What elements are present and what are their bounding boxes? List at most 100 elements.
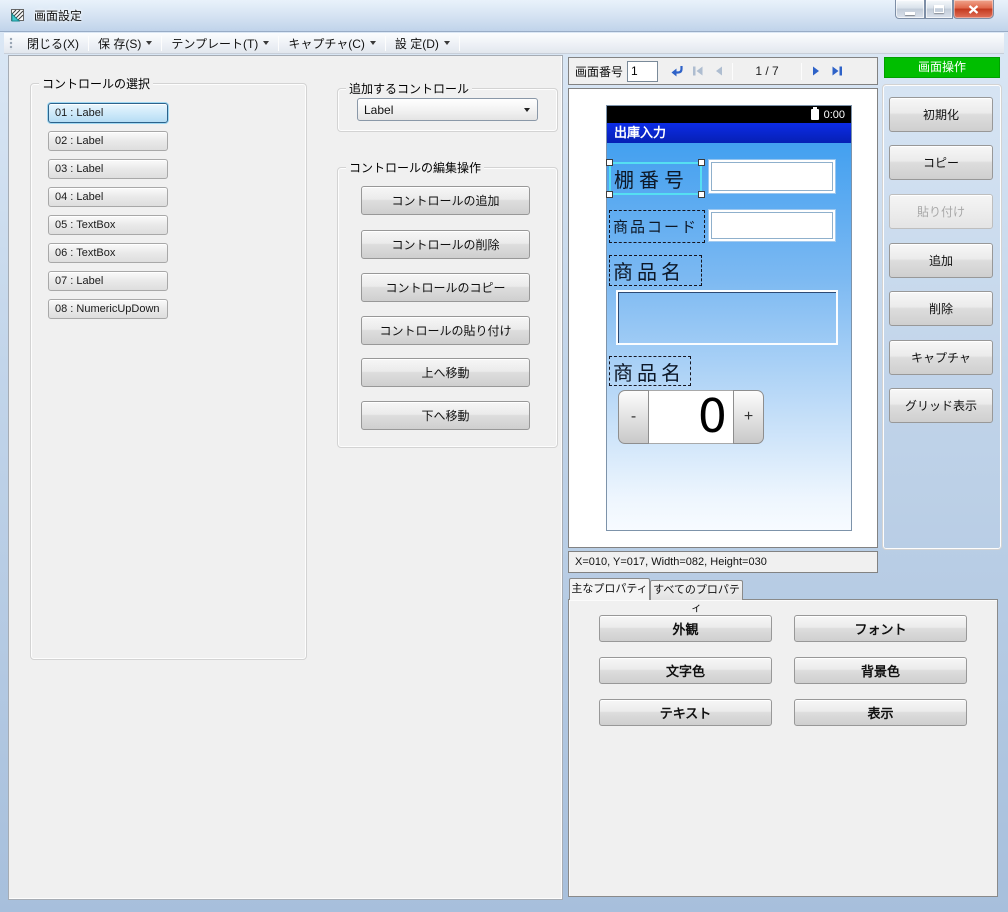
menu-item-save[interactable]: 保 存(S): [90, 34, 160, 53]
close-button[interactable]: [953, 0, 994, 19]
stepper-plus-button[interactable]: +: [733, 390, 764, 444]
move-down-button[interactable]: 下へ移動: [361, 401, 530, 430]
screen-ops-header: 画面操作: [884, 57, 1000, 78]
titlebar: 画面設定: [0, 0, 1008, 32]
chevron-down-icon: [369, 41, 376, 45]
chevron-down-icon: [443, 41, 450, 45]
item-name-textarea-control[interactable]: [616, 290, 838, 345]
battery-icon: [810, 107, 819, 120]
menu-item-close[interactable]: 閉じる(X): [19, 34, 87, 53]
initialize-button[interactable]: 初期化: [889, 97, 993, 132]
tab-all-properties[interactable]: すべてのプロパティ: [650, 580, 743, 614]
add-control-button[interactable]: コントロールの追加: [361, 186, 530, 215]
combobox-value: Label: [364, 102, 394, 117]
move-up-button[interactable]: 上へ移動: [361, 358, 530, 387]
device-clock: 0:00: [823, 108, 845, 121]
menu-separator: [161, 35, 163, 51]
close-icon: [968, 4, 979, 14]
resize-handle[interactable]: [698, 191, 705, 198]
groupbox-title: コントロールの編集操作: [346, 159, 485, 176]
background-color-button[interactable]: 背景色: [794, 657, 967, 684]
paste-control-button[interactable]: コントロールの貼り付け: [361, 316, 530, 345]
control-list-item-01[interactable]: 01 : Label: [48, 103, 168, 123]
tab-main-properties[interactable]: 主なプロパティ: [569, 578, 650, 600]
copy-screen-button[interactable]: コピー: [889, 145, 993, 180]
first-page-icon: [692, 66, 703, 76]
minimize-button[interactable]: [895, 0, 925, 19]
app-window: 画面設定 閉じる(X) 保 存(S) テンプレート(T) キャプチャ(C) 設: [0, 0, 1008, 912]
window-title: 画面設定: [34, 9, 83, 23]
maximize-icon: [934, 5, 944, 13]
app-icon: [10, 8, 28, 23]
device-screen-preview: 0:00 出庫入力 棚番号 商品コード 商品名 商品名 - 0 +: [606, 105, 852, 531]
resize-handle[interactable]: [606, 159, 613, 166]
toolbar-separator: [732, 62, 734, 80]
menu-separator: [384, 35, 386, 51]
groupbox-title: 追加するコントロール: [346, 80, 473, 97]
minimize-icon: [905, 11, 915, 15]
next-screen-button[interactable]: [805, 60, 826, 82]
add-screen-button[interactable]: 追加: [889, 243, 993, 278]
control-list-item-06[interactable]: 06 : TextBox: [48, 243, 168, 263]
last-page-icon: [832, 66, 842, 76]
selection-coordinates-status: X=010, Y=017, Width=082, Height=030: [568, 551, 878, 573]
toolbar-grip-icon: [9, 36, 13, 50]
device-body: 棚番号 商品コード 商品名 商品名 - 0 +: [606, 143, 851, 530]
screen-nav-toolbar: 画面番号 1 / 7: [568, 57, 878, 85]
text-color-button[interactable]: 文字色: [599, 657, 772, 684]
display-button[interactable]: 表示: [794, 699, 967, 726]
grid-toggle-button[interactable]: グリッド表示: [889, 388, 993, 423]
go-to-screen-button[interactable]: [666, 60, 687, 82]
combobox-dropdown-icon: [517, 107, 537, 112]
appearance-button[interactable]: 外観: [599, 615, 772, 642]
screen-number-input[interactable]: [627, 60, 659, 82]
item-code-label-control[interactable]: 商品コード: [609, 210, 705, 243]
device-title-bar: 出庫入力: [607, 123, 851, 143]
menu-item-capture[interactable]: キャプチャ(C): [280, 34, 384, 53]
properties-panel: [568, 599, 998, 897]
stepper-minus-button[interactable]: -: [618, 390, 649, 444]
next-page-icon: [812, 66, 819, 76]
previous-screen-button[interactable]: [708, 60, 729, 82]
shelf-number-label-control[interactable]: 棚番号: [606, 159, 705, 198]
groupbox-title: コントロールの選択: [39, 75, 154, 92]
add-control-combobox[interactable]: Label: [357, 98, 538, 121]
control-list-item-02[interactable]: 02 : Label: [48, 131, 168, 151]
screen-number-label: 画面番号: [575, 64, 624, 79]
delete-control-button[interactable]: コントロールの削除: [361, 230, 530, 259]
chevron-down-icon: [263, 41, 270, 45]
control-list-item-04[interactable]: 04 : Label: [48, 187, 168, 207]
font-button[interactable]: フォント: [794, 615, 967, 642]
stepper-value: 0: [649, 390, 733, 444]
menu-item-settings[interactable]: 設 定(D): [387, 34, 458, 53]
menu-separator: [88, 35, 89, 51]
item-name2-label-control[interactable]: 商品名: [609, 356, 691, 386]
resize-handle[interactable]: [698, 159, 705, 166]
menu-item-template[interactable]: テンプレート(T): [163, 34, 277, 53]
last-screen-button[interactable]: [826, 60, 847, 82]
first-screen-button[interactable]: [687, 60, 708, 82]
chevron-down-icon: [146, 41, 153, 45]
control-list-item-03[interactable]: 03 : Label: [48, 159, 168, 179]
delete-screen-button[interactable]: 削除: [889, 291, 993, 326]
menubar: 閉じる(X) 保 存(S) テンプレート(T) キャプチャ(C) 設 定(D): [4, 33, 1004, 54]
resize-handle[interactable]: [606, 191, 613, 198]
page-indicator: 1 / 7: [755, 64, 779, 78]
control-list-item-05[interactable]: 05 : TextBox: [48, 215, 168, 235]
capture-button[interactable]: キャプチャ: [889, 340, 993, 375]
maximize-button[interactable]: [925, 0, 953, 19]
text-button[interactable]: テキスト: [599, 699, 772, 726]
screen-preview-area: 0:00 出庫入力 棚番号 商品コード 商品名 商品名 - 0 +: [568, 88, 878, 548]
device-status-bar: 0:00: [607, 106, 851, 123]
return-arrow-icon: [671, 66, 683, 77]
item-name-label-control[interactable]: 商品名: [609, 255, 702, 286]
paste-screen-button: 貼り付け: [889, 194, 993, 229]
menu-separator: [278, 35, 280, 51]
control-list-item-08[interactable]: 08 : NumericUpDown: [48, 299, 168, 319]
copy-control-button[interactable]: コントロールのコピー: [361, 273, 530, 302]
item-code-textbox-control[interactable]: [709, 210, 835, 241]
toolbar-separator: [801, 62, 803, 80]
control-list-item-07[interactable]: 07 : Label: [48, 271, 168, 291]
shelf-number-textbox-control[interactable]: [709, 160, 835, 193]
quantity-stepper-control[interactable]: - 0 +: [618, 390, 764, 444]
